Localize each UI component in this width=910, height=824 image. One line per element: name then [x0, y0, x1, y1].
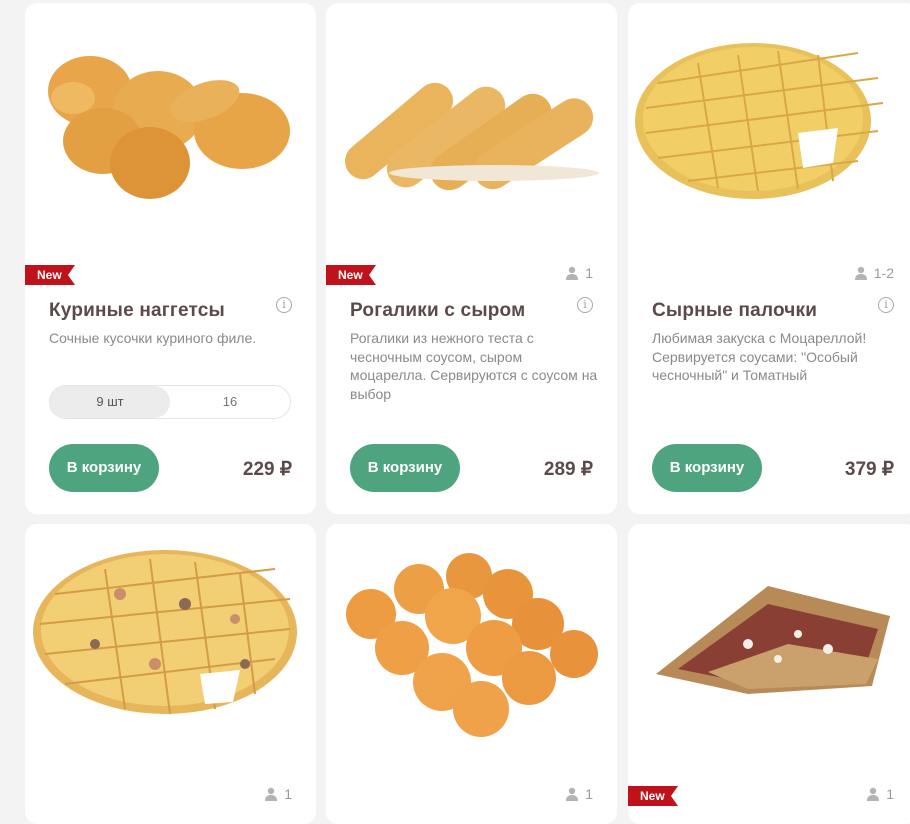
new-badge: New: [326, 265, 376, 285]
product-price: 289 ₽: [543, 459, 593, 480]
size-selector: 9 шт 16: [49, 385, 291, 419]
persons-count: 1: [565, 265, 593, 281]
persons-label: 1: [585, 265, 593, 281]
cheese-sticks-image: [635, 43, 884, 199]
product-card[interactable]: New Куриные наггетсы i Сочные кусочки ку…: [25, 3, 316, 514]
persons-label: 1: [284, 786, 292, 802]
product-image[interactable]: [628, 3, 910, 253]
person-icon: [566, 787, 579, 801]
product-image[interactable]: [25, 3, 316, 253]
persons-label: 1-2: [873, 265, 894, 281]
product-description: Любимая закуска с Моцареллой! Сервируетс…: [652, 330, 867, 383]
add-to-cart-button[interactable]: В корзину: [652, 444, 762, 492]
add-to-cart-button[interactable]: В корзину: [49, 444, 159, 492]
person-icon: [265, 787, 278, 801]
chicken-nuggets-image: [48, 56, 290, 199]
product-price: 229 ₽: [242, 459, 292, 480]
product-card[interactable]: 1-2 Сырные палочки i Любимая закуска с М…: [628, 3, 910, 514]
info-icon[interactable]: i: [577, 297, 593, 313]
info-icon[interactable]: i: [276, 297, 292, 313]
person-icon: [566, 266, 579, 280]
product-title[interactable]: Куриные наггетсы: [49, 300, 225, 322]
ham-mushroom-sticks-image: [33, 550, 297, 715]
persons-count: 1: [565, 786, 593, 802]
size-option-9[interactable]: 9 шт: [50, 386, 170, 418]
info-icon[interactable]: i: [878, 297, 894, 313]
product-image[interactable]: [25, 524, 316, 774]
product-image[interactable]: [326, 3, 617, 253]
new-badge: New: [628, 786, 678, 806]
product-description: Сочные кусочки куриного филе.: [49, 330, 257, 346]
product-description: Рогалики из нежного теста с чесночным со…: [350, 330, 598, 402]
add-to-cart-button[interactable]: В корзину: [350, 444, 460, 492]
product-price: 379 ₽: [844, 459, 894, 480]
product-card[interactable]: New 1 Рогалики с сыром i Рогалики из неж…: [326, 3, 617, 514]
product-title[interactable]: Сырные палочки: [652, 300, 817, 322]
meat-quesadilla-image: [656, 586, 890, 694]
product-card[interactable]: 1: [326, 524, 617, 824]
product-image[interactable]: [326, 524, 617, 774]
product-title[interactable]: Рогалики с сыром: [350, 300, 525, 322]
persons-count: 1: [866, 786, 894, 802]
person-icon: [867, 787, 880, 801]
persons-label: 1: [585, 786, 593, 802]
pastry-rolls-image: [346, 553, 598, 737]
product-card[interactable]: New 1: [628, 524, 910, 824]
person-icon: [854, 266, 867, 280]
product-card[interactable]: 1: [25, 524, 316, 824]
new-badge: New: [25, 265, 75, 285]
persons-label: 1: [886, 786, 894, 802]
persons-count: 1: [264, 786, 292, 802]
cheese-rolls-image: [344, 82, 599, 191]
product-image[interactable]: [628, 524, 910, 774]
size-option-16[interactable]: 16: [170, 386, 290, 418]
persons-count: 1-2: [854, 265, 894, 281]
